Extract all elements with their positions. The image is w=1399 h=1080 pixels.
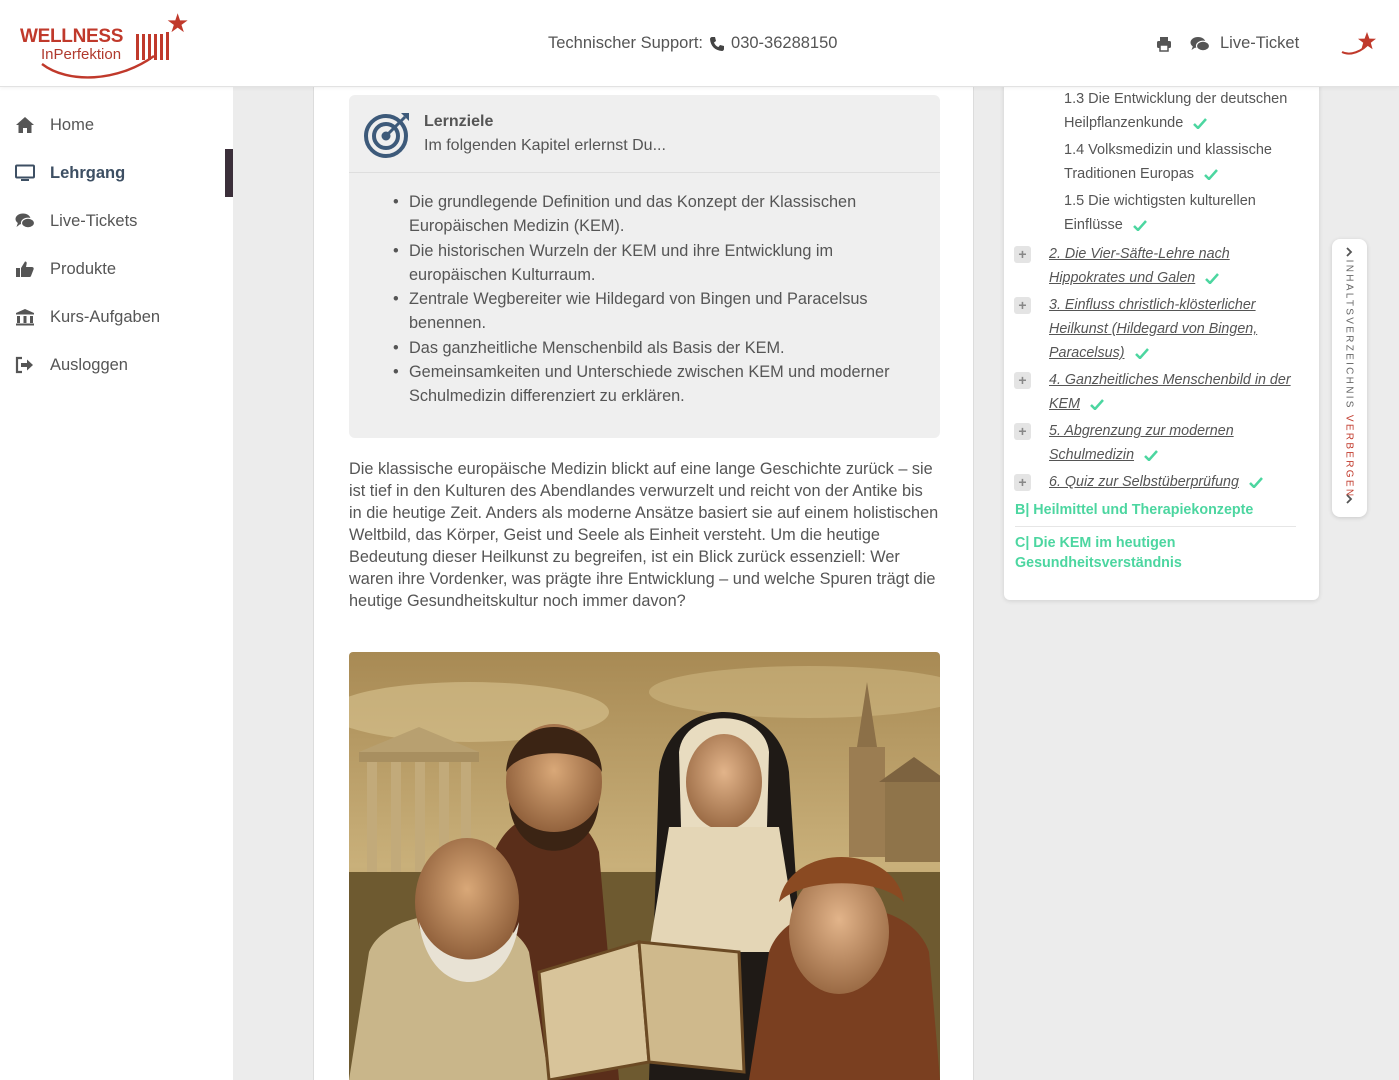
toc-subitem-label: 1.5 Die wichtigsten kulturellen Einflüss… bbox=[1064, 193, 1256, 233]
logo-wordmark: WELLNESS bbox=[20, 26, 124, 47]
toc-chapter-link[interactable]: 6. Quiz zur Selbstüberprüfung bbox=[1049, 470, 1304, 494]
learning-goals-list: Die grundlegende Definition und das Konz… bbox=[393, 190, 913, 409]
list-item: Zentrale Wegbereiter wie Hildegard von B… bbox=[393, 287, 913, 336]
toc-chapter-label: 5. Abgrenzung zur modernen Schulmedizin bbox=[1049, 423, 1234, 463]
toc-chapter-label: 3. Einfluss christlich-klösterlicher Hei… bbox=[1049, 297, 1258, 361]
painting-illustration bbox=[349, 652, 940, 1080]
check-icon bbox=[1134, 347, 1149, 359]
check-icon bbox=[1193, 117, 1208, 129]
list-item: Die historischen Wurzeln der KEM und ihr… bbox=[393, 239, 913, 288]
toc-subitem-label: 1.3 Die Entwicklung der deutschen Heilpf… bbox=[1064, 91, 1288, 131]
toc-chapter-link[interactable]: 2. Die Vier-Säfte-Lehre nach Hippokrates… bbox=[1049, 242, 1304, 290]
chevron-right-icon bbox=[1346, 247, 1353, 257]
toc-chapter-label: 4. Ganzheitliches Menschenbild in der KE… bbox=[1049, 372, 1291, 412]
print-icon[interactable] bbox=[1156, 36, 1172, 52]
toc-chapter-link[interactable]: 4. Ganzheitliches Menschenbild in der KE… bbox=[1049, 368, 1304, 416]
toc-toggle-label: INHALTSVERZEICHNIS VERBERGEN bbox=[1344, 260, 1355, 499]
support-info: Technischer Support: 030-36288150 bbox=[548, 34, 837, 53]
toc-hide-action: VERBERGEN bbox=[1343, 414, 1355, 499]
check-icon bbox=[1249, 476, 1263, 488]
learning-goals-box: Lernziele Im folgenden Kapitel erlernst … bbox=[349, 95, 940, 438]
sidebar-item-produkte[interactable]: Produkte bbox=[0, 245, 233, 293]
check-icon bbox=[1144, 449, 1158, 461]
chat-icon[interactable] bbox=[1190, 36, 1210, 52]
historical-healers-painting bbox=[349, 652, 940, 1080]
list-item: Gemeinsamkeiten und Unterschiede zwische… bbox=[393, 360, 913, 409]
logo-bars-graphic bbox=[136, 32, 169, 60]
top-header: WELLNESS InPerfektion ★ Technischer Supp… bbox=[0, 0, 1399, 87]
university-icon bbox=[16, 309, 34, 326]
sidebar-item-home[interactable]: Home bbox=[0, 101, 233, 149]
support-label: Technischer Support: bbox=[548, 34, 704, 52]
sidebar-item-label: Kurs-Aufgaben bbox=[50, 307, 161, 326]
live-ticket-link[interactable]: Live-Ticket bbox=[1220, 34, 1299, 53]
sidebar-item-label: Ausloggen bbox=[50, 355, 128, 374]
table-of-contents: 1.3 Die Entwicklung der deutschen Heilpf… bbox=[1004, 78, 1319, 600]
check-icon bbox=[1090, 398, 1104, 410]
check-icon bbox=[1132, 219, 1147, 231]
logo-subline: InPerfektion bbox=[41, 46, 122, 63]
learning-goals-title: Lernziele bbox=[424, 113, 494, 130]
toc-subitem[interactable]: 1.5 Die wichtigsten kulturellen Einflüss… bbox=[1064, 189, 1304, 237]
learning-goals-header: Lernziele Im folgenden Kapitel erlernst … bbox=[349, 95, 940, 173]
toc-chapter-label: 6. Quiz zur Selbstüberprüfung bbox=[1049, 474, 1239, 490]
logo-star-icon: ★ bbox=[166, 8, 190, 38]
toc-chapter-link[interactable]: 3. Einfluss christlich-klösterlicher Hei… bbox=[1049, 293, 1304, 365]
support-phone-number[interactable]: 030-36288150 bbox=[731, 34, 837, 53]
toc-tab-title: INHALTSVERZEICHNIS bbox=[1343, 259, 1355, 410]
sidebar-item-live-tickets[interactable]: Live-Tickets bbox=[0, 197, 233, 245]
phone-icon bbox=[710, 36, 725, 51]
expand-chapter-button[interactable]: + bbox=[1014, 474, 1031, 491]
sidebar-item-label: Live-Tickets bbox=[50, 211, 138, 230]
target-icon bbox=[364, 113, 409, 158]
sidebar-item-label: Home bbox=[50, 115, 95, 134]
toc-subitem[interactable]: 1.4 Volksmedizin und klassische Traditio… bbox=[1064, 138, 1304, 186]
toc-subitem[interactable]: 1.3 Die Entwicklung der deutschen Heilpf… bbox=[1064, 87, 1304, 135]
thumbs-up-icon bbox=[16, 261, 34, 277]
sidebar-item-kurs-aufgaben[interactable]: Kurs-Aufgaben bbox=[0, 293, 233, 341]
chevron-right-icon bbox=[1346, 494, 1353, 504]
sidebar-item-lehrgang[interactable]: Lehrgang bbox=[0, 149, 233, 197]
sidebar-item-ausloggen[interactable]: Ausloggen bbox=[0, 341, 233, 389]
list-item: Das ganzheitliche Menschenbild als Basis… bbox=[393, 336, 913, 361]
sidebar-nav: Home Lehrgang Live-Tickets Produkte Kurs… bbox=[0, 87, 233, 1080]
toc-section-c[interactable]: C| Die KEM im heutigen Gesundheitsverstä… bbox=[1015, 533, 1300, 573]
logout-icon bbox=[15, 356, 33, 374]
toc-chapter-link[interactable]: 5. Abgrenzung zur modernen Schulmedizin bbox=[1049, 419, 1304, 467]
expand-chapter-button[interactable]: + bbox=[1014, 246, 1031, 263]
wellness-logo[interactable]: WELLNESS InPerfektion ★ bbox=[20, 8, 195, 79]
sidebar-item-label: Lehrgang bbox=[50, 163, 126, 182]
header-actions: Live-Ticket bbox=[1156, 34, 1299, 53]
toc-subitem-label: 1.4 Volksmedizin und klassische Traditio… bbox=[1064, 142, 1272, 182]
learning-goals-subtitle: Im folgenden Kapitel erlernst Du... bbox=[424, 137, 666, 154]
check-icon bbox=[1204, 168, 1218, 180]
sidebar-item-label: Produkte bbox=[50, 259, 117, 278]
list-item: Die grundlegende Definition und das Konz… bbox=[393, 190, 913, 239]
home-icon bbox=[16, 117, 34, 133]
lesson-content: Lernziele Im folgenden Kapitel erlernst … bbox=[313, 87, 974, 1080]
toc-toggle-tab[interactable]: INHALTSVERZEICHNIS VERBERGEN bbox=[1332, 239, 1367, 517]
expand-chapter-button[interactable]: + bbox=[1014, 423, 1031, 440]
expand-chapter-button[interactable]: + bbox=[1014, 297, 1031, 314]
toc-section-b[interactable]: B| Heilmittel und Therapiekonzepte bbox=[1015, 500, 1300, 520]
intro-paragraph: Die klassische europäische Medizin blick… bbox=[349, 460, 939, 610]
chat-icon bbox=[15, 213, 35, 229]
brand-star-icon bbox=[1341, 32, 1376, 55]
toc-divider bbox=[1015, 526, 1296, 527]
check-icon bbox=[1205, 272, 1220, 284]
monitor-icon bbox=[15, 164, 35, 181]
toc-chapter-label: 2. Die Vier-Säfte-Lehre nach Hippokrates… bbox=[1049, 246, 1230, 286]
expand-chapter-button[interactable]: + bbox=[1014, 372, 1031, 389]
